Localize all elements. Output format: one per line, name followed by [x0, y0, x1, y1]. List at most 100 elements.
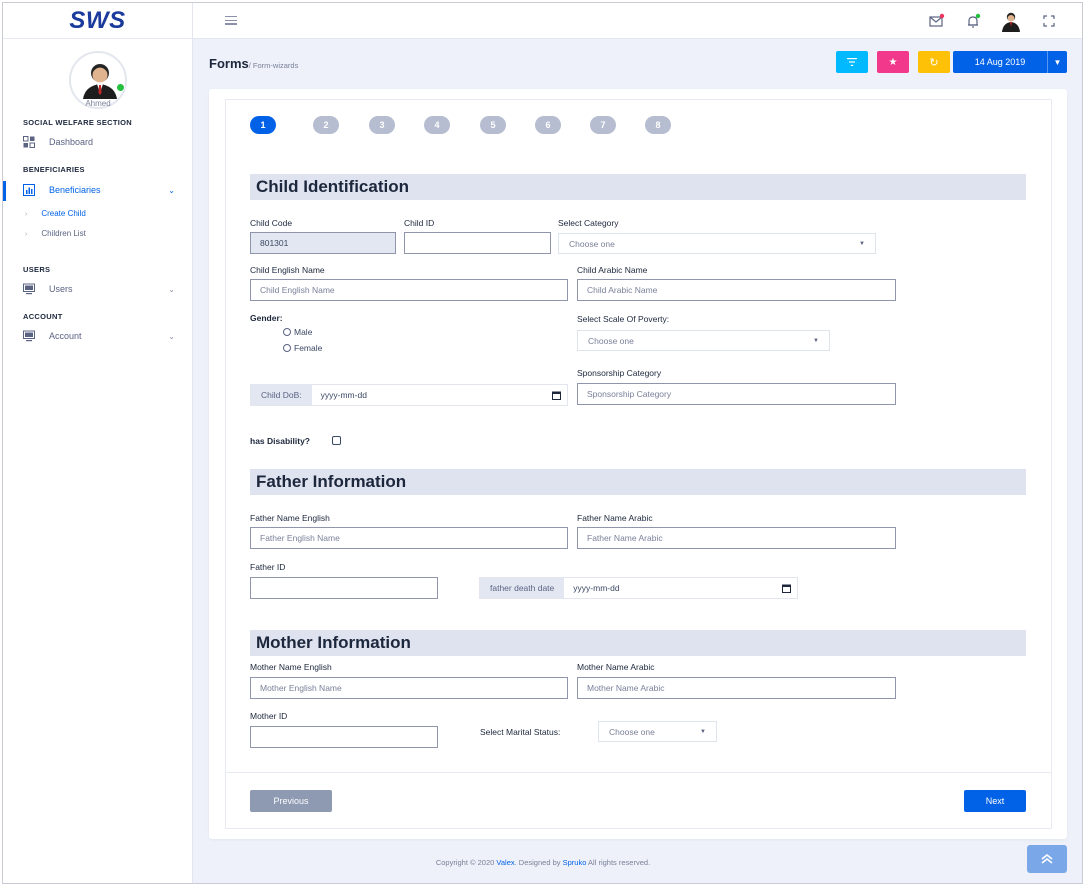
caret-down-icon: ▼ [859, 240, 865, 247]
favorite-button[interactable]: ★ [877, 51, 909, 73]
sidebar-item-users[interactable]: Users ⌄ [23, 281, 183, 297]
category-select[interactable]: Choose one ▼ [558, 233, 876, 254]
disability-checkbox[interactable] [332, 436, 341, 445]
child-id-field[interactable] [404, 232, 551, 254]
sidebar-item-beneficiaries[interactable]: Beneficiaries ⌄ [23, 182, 183, 198]
refresh-button[interactable]: ↻ [918, 51, 950, 73]
mother-english-label: Mother Name English [250, 662, 332, 672]
marital-status-value: Choose one [609, 726, 655, 737]
date-dropdown[interactable]: 14 Aug 2019 ▼ [953, 51, 1067, 73]
subitem-label: Children List [41, 229, 86, 238]
father-english-label: Father Name English [250, 513, 330, 523]
hamburger-icon[interactable] [225, 16, 237, 27]
sidebar-item-account[interactable]: Account ⌄ [23, 328, 183, 344]
date-label: 14 Aug 2019 [974, 57, 1026, 67]
fullscreen-icon[interactable] [1040, 12, 1058, 30]
bullet-icon: › [25, 211, 28, 218]
wizard-step-7[interactable]: 7 [590, 116, 616, 134]
father-id-field[interactable] [250, 577, 438, 599]
next-button[interactable]: Next [964, 790, 1026, 812]
bell-icon[interactable] [964, 12, 982, 30]
dob-value: yyyy-mm-dd [320, 390, 367, 400]
father-arabic-field[interactable]: Father Name Arabic [577, 527, 896, 549]
father-death-date-label: father death date [480, 578, 565, 598]
logo[interactable]: SWS [69, 7, 125, 35]
wizard-step-3[interactable]: 3 [369, 116, 395, 134]
calendar-icon[interactable] [775, 584, 797, 593]
radio-circle [283, 328, 291, 336]
user-avatar-small[interactable] [999, 9, 1023, 33]
author-link[interactable]: Spruko [563, 858, 587, 867]
section-mother-information: Mother Information [250, 630, 1026, 656]
section-title-beneficiaries: BENEFICIARIES [23, 165, 85, 174]
sidebar: SWS Ahmed SOCIAL WELFARE SECTION Dashboa… [3, 3, 193, 883]
sidebar-item-label: Beneficiaries [49, 185, 101, 195]
dob-input-group[interactable]: Child DoB: yyyy-mm-dd [250, 384, 568, 406]
breadcrumb-sub[interactable]: / Form-wizards [249, 61, 299, 70]
caret-down-icon: ▼ [813, 337, 819, 344]
active-indicator [3, 181, 6, 201]
mail-icon[interactable] [927, 12, 945, 30]
poverty-select[interactable]: Choose one ▼ [577, 330, 830, 351]
sidebar-subitem-create-child[interactable]: › Create Child [25, 209, 86, 218]
wizard-step-4[interactable]: 4 [424, 116, 450, 134]
section-title-users: USERS [23, 265, 51, 274]
sponsorship-field[interactable]: Sponsorship Category [577, 383, 896, 405]
filter-button[interactable] [836, 51, 868, 73]
father-english-field[interactable]: Father English Name [250, 527, 568, 549]
mother-english-field[interactable]: Mother English Name [250, 677, 568, 699]
brand-link[interactable]: Valex [496, 858, 514, 867]
radio-circle [283, 344, 291, 352]
dob-label: Child DoB: [251, 385, 312, 405]
father-death-date-value: yyyy-mm-dd [573, 583, 620, 593]
chevron-down-icon: ⌄ [168, 331, 175, 341]
child-code-field[interactable]: 801301 [250, 232, 396, 254]
copyright-prefix: Copyright © 2020 [435, 858, 495, 867]
marital-status-select[interactable]: Choose one ▼ [598, 721, 717, 742]
gender-label: Gender: [250, 313, 283, 323]
wizard-step-8[interactable]: 8 [645, 116, 671, 134]
child-code-label: Child Code [250, 218, 293, 228]
arabic-name-label: Child Arabic Name [577, 265, 648, 275]
breadcrumb-title: Forms [209, 56, 249, 71]
english-name-field[interactable]: Child English Name [250, 279, 568, 301]
sidebar-subitem-children-list[interactable]: › Children List [25, 229, 86, 238]
sponsorship-label: Sponsorship Category [577, 368, 662, 378]
grid-icon [23, 136, 35, 148]
calendar-icon[interactable] [545, 391, 567, 400]
copyright-suffix: All rights reserved. [588, 858, 651, 867]
gender-male-radio[interactable]: Male [283, 327, 312, 337]
father-death-date-group[interactable]: father death date yyyy-mm-dd [479, 577, 798, 599]
back-to-top-button[interactable] [1027, 845, 1067, 873]
gender-female-radio[interactable]: Female [283, 343, 322, 353]
mother-arabic-field[interactable]: Mother Name Arabic [577, 677, 896, 699]
caret-down-icon: ▼ [700, 728, 706, 735]
wizard-step-6[interactable]: 6 [535, 116, 561, 134]
wizard-step-2[interactable]: 2 [313, 116, 339, 134]
wizard-step-5[interactable]: 5 [480, 116, 506, 134]
section-father-information: Father Information [250, 469, 1026, 495]
category-label: Select Category [558, 218, 619, 228]
refresh-icon: ↻ [929, 56, 939, 69]
mother-arabic-label: Mother Name Arabic [577, 662, 655, 672]
section-title-social-welfare: SOCIAL WELFARE SECTION [23, 118, 132, 127]
sidebar-item-label: Dashboard [49, 137, 94, 147]
sidebar-item-dashboard[interactable]: Dashboard [23, 134, 183, 150]
marital-status-label: Select Marital Status: [480, 727, 561, 737]
copyright-mid: . Designed by [514, 858, 561, 867]
filter-icon [847, 58, 857, 66]
previous-button[interactable]: Previous [250, 790, 332, 812]
bullet-icon: › [25, 231, 28, 238]
wizard-step-1[interactable]: 1 [250, 116, 276, 134]
section-child-identification: Child Identification [250, 174, 1026, 200]
user-name: Ahmed [85, 99, 111, 108]
sidebar-item-label: Account [49, 331, 82, 341]
arabic-name-field[interactable]: Child Arabic Name [577, 279, 896, 301]
mother-id-field[interactable] [250, 726, 438, 748]
poverty-value: Choose one [588, 335, 634, 346]
chart-icon [23, 184, 35, 196]
chevron-down-icon: ⌄ [168, 185, 175, 195]
online-status-dot [116, 83, 125, 92]
app-window: SWS Ahmed SOCIAL WELFARE SECTION Dashboa… [2, 2, 1083, 884]
section-title-account: ACCOUNT [23, 312, 63, 321]
